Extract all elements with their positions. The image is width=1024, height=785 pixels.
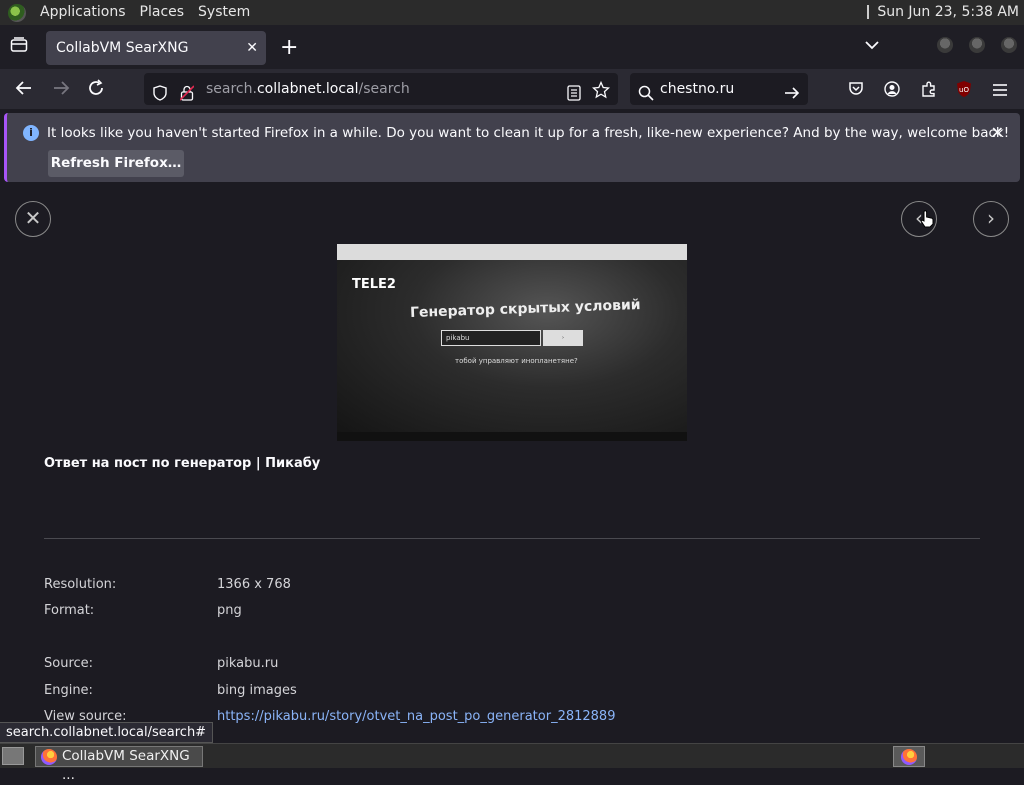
next-result-button[interactable]: › bbox=[973, 201, 1009, 237]
preview-button: › bbox=[543, 330, 583, 346]
top-panel: Applications Places System Sun Jun 23, 5… bbox=[0, 0, 1024, 25]
result-image-preview[interactable]: TELE2 Генератор скрытых условий pikabu ›… bbox=[337, 244, 687, 441]
reader-view-icon[interactable] bbox=[567, 81, 581, 113]
insecure-lock-icon[interactable] bbox=[179, 81, 195, 113]
minimize-window-icon[interactable] bbox=[937, 37, 953, 53]
tab-strip: CollabVM SearXNG ✕ + bbox=[0, 25, 1024, 69]
url-path: /search bbox=[358, 81, 410, 97]
maximize-window-icon[interactable] bbox=[969, 37, 985, 53]
image-detail-panel: ✕ ‹ › TELE2 Генератор скрытых условий pi… bbox=[0, 186, 1024, 742]
url-text[interactable]: search.collabnet.local/search bbox=[206, 73, 410, 105]
link-status-url: search.collabnet.local/search# bbox=[0, 722, 214, 743]
refresh-firefox-button[interactable]: Refresh Firefox… bbox=[48, 150, 184, 177]
tab-collabvm-searxng[interactable]: CollabVM SearXNG ✕ bbox=[46, 31, 266, 65]
forward-arrow-icon bbox=[49, 79, 73, 102]
system-menu[interactable]: System bbox=[198, 0, 250, 25]
url-bar[interactable]: search.collabnet.local/search bbox=[144, 73, 618, 105]
bottom-taskbar: CollabVM SearXNG ... bbox=[0, 743, 1024, 783]
tracking-protection-shield-icon[interactable] bbox=[152, 81, 168, 113]
divider bbox=[44, 538, 980, 539]
view-source-link-wrapper: https://pikabu.ru/story/otvet_na_post_po… bbox=[217, 709, 615, 724]
format-value: png bbox=[217, 603, 242, 618]
view-source-link[interactable]: https://pikabu.ru/story/otvet_na_post_po… bbox=[217, 709, 615, 724]
search-query-text[interactable]: chestno.ru bbox=[660, 73, 734, 105]
close-window-icon[interactable] bbox=[1001, 37, 1017, 53]
distro-logo-icon[interactable] bbox=[8, 3, 26, 22]
mouse-pointer-hand-icon bbox=[920, 210, 934, 232]
source-label: Source: bbox=[44, 656, 94, 671]
workspace-switcher[interactable] bbox=[893, 746, 925, 767]
applications-menu[interactable]: Applications bbox=[40, 0, 126, 25]
result-title[interactable]: Ответ на пост по генератор | Пикабу bbox=[44, 456, 320, 471]
bookmark-star-icon[interactable] bbox=[591, 79, 611, 111]
panel-separator bbox=[867, 5, 870, 19]
hamburger-menu-icon[interactable] bbox=[992, 82, 1008, 101]
reload-icon[interactable] bbox=[84, 79, 108, 102]
taskbar-window-button[interactable]: CollabVM SearXNG ... bbox=[35, 746, 203, 783]
search-go-arrow-icon[interactable] bbox=[784, 81, 800, 113]
url-subdomain: search. bbox=[206, 81, 257, 97]
places-menu[interactable]: Places bbox=[140, 0, 185, 25]
extensions-puzzle-icon[interactable] bbox=[920, 80, 938, 102]
clock-text: Sun Jun 23, 5:38 AM bbox=[877, 4, 1019, 20]
url-domain: collabnet.local bbox=[256, 81, 359, 97]
show-desktop-icon[interactable] bbox=[2, 747, 24, 765]
new-tab-icon[interactable]: + bbox=[280, 35, 298, 60]
preview-question: тобой управляют инопланетяне? bbox=[455, 357, 578, 365]
close-detail-button[interactable]: ✕ bbox=[15, 201, 51, 237]
engine-label: Engine: bbox=[44, 683, 93, 698]
svg-text:uO: uO bbox=[959, 86, 969, 94]
format-label: Format: bbox=[44, 603, 95, 618]
tab-overview-icon[interactable] bbox=[10, 37, 28, 53]
back-arrow-icon[interactable] bbox=[12, 79, 36, 102]
account-icon[interactable] bbox=[884, 81, 900, 101]
close-tab-icon[interactable]: ✕ bbox=[246, 31, 258, 65]
ublock-origin-icon[interactable]: uO bbox=[956, 80, 972, 102]
notification-message: It looks like you haven't started Firefo… bbox=[47, 125, 1010, 141]
taskbar-window-label: CollabVM SearXNG ... bbox=[62, 748, 190, 783]
tab-title: CollabVM SearXNG bbox=[56, 40, 189, 56]
preview-browser-chrome bbox=[337, 244, 687, 260]
engine-value: bing images bbox=[217, 683, 297, 698]
navigation-toolbar: search.collabnet.local/search chestno.ru… bbox=[0, 69, 1024, 109]
preview-logo: TELE2 bbox=[352, 277, 396, 292]
pocket-icon[interactable] bbox=[848, 81, 864, 101]
info-icon: i bbox=[23, 125, 39, 141]
firefox-icon bbox=[41, 749, 57, 765]
refresh-firefox-notification: i It looks like you haven't started Fire… bbox=[4, 113, 1020, 182]
close-notification-icon[interactable]: ✕ bbox=[991, 123, 1004, 142]
list-all-tabs-icon[interactable] bbox=[864, 37, 880, 56]
preview-taskbar bbox=[337, 432, 687, 441]
clock[interactable]: Sun Jun 23, 5:38 AM bbox=[867, 0, 1019, 25]
resolution-value: 1366 x 768 bbox=[217, 577, 291, 592]
source-value: pikabu.ru bbox=[217, 656, 279, 671]
preview-input: pikabu bbox=[441, 330, 541, 346]
search-bar[interactable]: chestno.ru bbox=[630, 73, 808, 105]
firefox-tray-icon bbox=[901, 749, 917, 765]
resolution-label: Resolution: bbox=[44, 577, 117, 592]
search-icon bbox=[638, 81, 654, 113]
